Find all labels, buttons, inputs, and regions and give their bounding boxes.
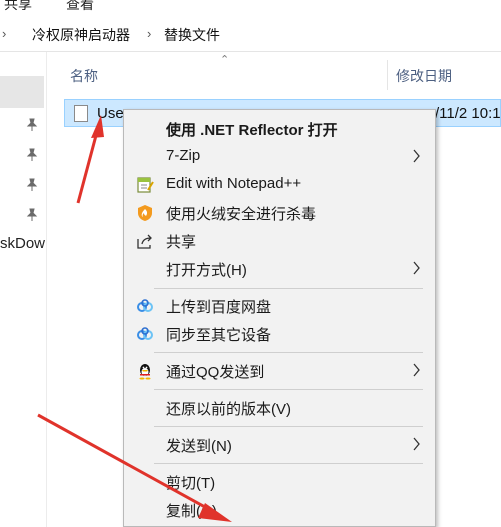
menu-item-7zip[interactable]: 7-Zip [124, 143, 435, 171]
sort-up-icon: ⌃ [220, 54, 230, 66]
huorong-shield-icon [138, 205, 152, 221]
pin-icon [26, 208, 38, 221]
menu-separator [154, 426, 423, 427]
pin-icon [26, 148, 38, 161]
chevron-right-icon [413, 261, 420, 275]
menu-item-send-via-qq[interactable]: 通过QQ发送到 [124, 357, 435, 385]
menu-item-share[interactable]: 共享 [124, 227, 435, 255]
column-header-name[interactable]: 名称 [70, 66, 98, 86]
pin-icon [26, 118, 38, 131]
menu-item-sync-devices[interactable]: 同步至其它设备 [124, 320, 435, 348]
menu-item-cut[interactable]: 剪切(T) [124, 468, 435, 496]
menu-item-huorong-scan[interactable]: 使用火绒安全进行杀毒 [124, 199, 435, 227]
menu-item-label: 还原以前的版本(V) [166, 401, 291, 418]
menu-item-open-with[interactable]: 打开方式(H) [124, 255, 435, 283]
menu-item-label: 打开方式(H) [166, 262, 247, 279]
menu-separator [154, 352, 423, 353]
nav-selected-item[interactable] [0, 76, 44, 108]
column-divider[interactable] [387, 60, 388, 90]
chevron-right-icon [413, 437, 420, 451]
chevron-right-icon [413, 363, 420, 377]
annotation-arrow-up [76, 115, 104, 204]
menu-item-label: 使用火绒安全进行杀毒 [166, 206, 317, 223]
menu-item-restore-previous[interactable]: 还原以前的版本(V) [124, 394, 435, 422]
file-name: Use [97, 105, 124, 122]
menu-separator [154, 288, 423, 289]
file-icon [74, 105, 88, 122]
address-bar[interactable]: › 冷权原神启动器 › 替换文件 [0, 17, 501, 52]
column-header-modified[interactable]: 修改日期 [396, 66, 452, 86]
nav-item-label[interactable]: skDow [0, 235, 45, 252]
menu-item-label: 共享 [166, 234, 197, 251]
breadcrumb-folder-launcher[interactable]: 冷权原神启动器 [32, 25, 130, 45]
menu-item-label: 上传到百度网盘 [166, 299, 272, 316]
baidu-netdisk-icon [137, 299, 153, 312]
menu-item-upload-baidu[interactable]: 上传到百度网盘 [124, 292, 435, 320]
menu-item-label: 同步至其它设备 [166, 327, 272, 344]
menu-separator [154, 389, 423, 390]
chevron-right-icon[interactable]: › [2, 26, 6, 41]
menu-item-send-to[interactable]: 发送到(N) [124, 431, 435, 459]
menu-item-open-net-reflector[interactable]: 使用 .NET Reflector 打开 [124, 115, 435, 143]
breadcrumb-folder-replace[interactable]: 替换文件 [164, 25, 220, 45]
baidu-netdisk-icon [137, 327, 153, 340]
qq-penguin-icon [139, 364, 151, 380]
menu-item-notepad-plus[interactable]: Edit with Notepad++ [124, 171, 435, 199]
tab-share[interactable]: 共享 [4, 0, 32, 14]
notepad-plus-icon [137, 177, 154, 193]
menu-item-label: 复制(C) [166, 503, 217, 520]
menu-item-copy[interactable]: 复制(C) [124, 496, 435, 524]
pin-icon [26, 178, 38, 191]
chevron-right-icon[interactable]: › [147, 26, 151, 41]
menu-item-label: 使用 .NET Reflector 打开 [166, 122, 338, 139]
menu-separator [154, 463, 423, 464]
navigation-pane: skDow [0, 52, 47, 527]
menu-item-label: 通过QQ发送到 [166, 364, 265, 381]
file-modified-date: /11/2 10:1 [435, 105, 501, 122]
chevron-right-icon [413, 149, 420, 163]
menu-item-label: Edit with Notepad++ [166, 175, 302, 192]
share-icon [137, 234, 152, 249]
tab-view[interactable]: 查看 [66, 0, 94, 14]
menu-item-label: 7-Zip [166, 147, 201, 164]
menu-item-label: 剪切(T) [166, 475, 216, 492]
context-menu: 使用 .NET Reflector 打开 7-Zip Edit with Not… [123, 109, 436, 527]
menu-item-label: 发送到(N) [166, 438, 232, 455]
